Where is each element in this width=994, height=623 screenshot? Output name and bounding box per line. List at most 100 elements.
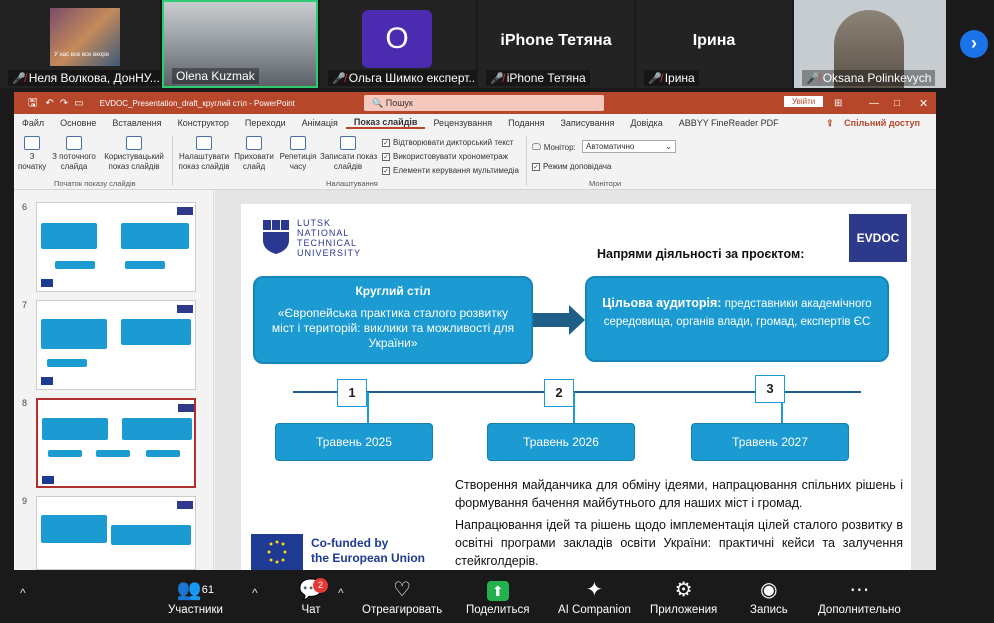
ribbon-tabs: Файл Основне Вставлення Конструктор Пере… (14, 114, 936, 132)
custom-show-icon (126, 136, 142, 150)
participant-tile[interactable]: Ірина 🎤̸ Ірина (636, 0, 792, 88)
ribbon-options-icon[interactable]: ⊞ (834, 98, 842, 109)
close-icon[interactable]: ✕ (919, 97, 928, 110)
round-table-bubble: Круглий стіл «Європейська практика стало… (253, 276, 533, 364)
signin-button[interactable]: Увійти (784, 96, 824, 107)
record-icon: ◉ (760, 579, 778, 601)
tab-home[interactable]: Основне (52, 118, 104, 128)
participant-tile[interactable]: O 🎤̸ Ольга Шимко експерт... (320, 0, 476, 88)
minimize-icon[interactable]: — (869, 98, 879, 109)
monitor-icon: 🖵 (532, 142, 541, 152)
from-current-button[interactable]: З поточного слайда (48, 136, 100, 172)
avatar: O (362, 10, 432, 68)
more-icon: ⋯ (849, 579, 870, 601)
from-start-button[interactable]: З початку (18, 136, 46, 172)
save-icon[interactable]: 🖫 (28, 94, 37, 113)
tab-view[interactable]: Подання (500, 118, 552, 128)
slideshow-start-icon (24, 136, 40, 150)
share-screen-button[interactable]: ⬆ Поделиться (466, 578, 530, 616)
setup-icon (196, 136, 212, 150)
video-caption: У нас все все вкоре (54, 52, 109, 58)
slide-canvas[interactable]: LUTSK NATIONAL TECHNICAL UNIVERSITY EVDOC Н… (241, 204, 911, 570)
mic-muted-icon: 🎤̸ (648, 72, 662, 85)
present-icon[interactable]: ▭ (74, 98, 83, 109)
next-page-button[interactable]: › (960, 30, 988, 58)
tab-slideshow[interactable]: Показ слайдів (345, 117, 426, 129)
evdoc-logo: EVDOC (849, 214, 907, 262)
meeting-toolbar: ^ 👥61 Участники ^ 💬 Чат 2 ^ ♡ Отреагировать … (0, 572, 994, 623)
heart-icon: ♡ (393, 579, 412, 601)
redo-icon[interactable]: ↷ (60, 98, 68, 109)
ribbon: З початку З поточного слайда Користуваць… (14, 132, 936, 190)
hide-slide-button[interactable]: Приховати слайд (234, 136, 274, 172)
tab-file[interactable]: Файл (14, 118, 52, 128)
undo-icon[interactable]: ↶ (45, 98, 53, 109)
round-table-text: «Європейська практика сталого розвитку м… (271, 306, 515, 350)
share-screen-icon: ⬆ (486, 581, 509, 601)
timer-icon (290, 136, 306, 150)
participant-display-name: iPhone Тетяна (500, 32, 612, 49)
ai-companion-button[interactable]: ✦ AI Companion (558, 578, 631, 616)
participants-button[interactable]: 👥61 Участники (168, 578, 223, 616)
slide-number: 8 (22, 398, 28, 408)
slide-editor: LUTSK NATIONAL TECHNICAL UNIVERSITY EVDOC Н… (215, 190, 936, 570)
chevron-up-icon[interactable]: ^ (252, 586, 258, 600)
hide-slide-icon (246, 136, 262, 150)
slide-number: 7 (22, 300, 28, 310)
chevron-up-icon[interactable]: ^ (20, 586, 26, 600)
custom-show-button[interactable]: Користувацький показ слайдів (102, 136, 166, 172)
tab-animations[interactable]: Анімація (294, 118, 346, 128)
participant-tile[interactable]: У нас все все вкоре 🎤̸ Неля Волкова, ДонН… (0, 0, 160, 88)
participants-icon: 👥 (176, 579, 202, 601)
participant-video: У нас все все вкоре (50, 8, 120, 66)
participant-tile-active[interactable]: Olena Kuzmak (162, 0, 318, 88)
presenter-view-checkbox[interactable]: ✓ Режим доповідача (532, 162, 611, 171)
more-button[interactable]: ⋯ Дополнительно (818, 578, 901, 616)
slide-thumbnail[interactable] (36, 202, 196, 292)
powerpoint-window: 🖫 ↶ ↷ ▭ EVDOC_Presentation_draft_круглий… (14, 92, 936, 570)
timeline-number: 1 (337, 379, 367, 407)
timeline-date: Травень 2027 (691, 423, 849, 461)
record-show-button[interactable]: Записати показ слайдів (320, 136, 377, 172)
slide-thumbnail-selected[interactable] (36, 398, 196, 488)
tab-transitions[interactable]: Переходи (237, 118, 294, 128)
window-title: EVDOC_Presentation_draft_круглий стіл - … (99, 98, 295, 108)
chat-badge: 2 (313, 578, 328, 593)
media-controls-checkbox[interactable]: ✓ Елементи керування мультимедіа (382, 166, 519, 175)
tab-recording[interactable]: Записування (552, 118, 622, 128)
record-button[interactable]: ◉ Запись (750, 578, 788, 616)
share-button[interactable]: ⇪ Спільний доступ (818, 118, 936, 129)
slide-thumbnail[interactable] (36, 496, 196, 570)
round-table-title: Круглий стіл (355, 284, 431, 298)
slide-thumbnail[interactable] (36, 300, 196, 390)
tab-review[interactable]: Рецензування (425, 118, 500, 128)
use-timings-checkbox[interactable]: ✓ Використовувати хронометраж (382, 152, 508, 161)
tab-design[interactable]: Конструктор (170, 118, 237, 128)
participant-name: 🎤̸ Ірина (644, 70, 699, 86)
tab-abbyy[interactable]: ABBYY FineReader PDF (671, 118, 787, 128)
participant-tile[interactable]: 🎤̸ Oksana Polinkevych (794, 0, 946, 88)
arrow-right-icon (569, 305, 585, 335)
slide-number: 6 (22, 202, 28, 212)
participant-name: 🎤̸ iPhone Тетяна (486, 70, 590, 86)
title-bar: 🖫 ↶ ↷ ▭ EVDOC_Presentation_draft_круглий… (14, 92, 936, 114)
chevron-up-icon[interactable]: ^ (338, 586, 344, 600)
tab-help[interactable]: Довідка (622, 118, 670, 128)
apps-button[interactable]: ⚙ Приложения (650, 578, 717, 616)
setup-show-button[interactable]: Налаштувати показ слайдів (176, 136, 232, 172)
search-input[interactable]: 🔍 Пошук (364, 95, 604, 111)
maximize-icon[interactable]: □ (894, 98, 900, 109)
sparkle-icon: ✦ (586, 579, 603, 601)
rehearse-button[interactable]: Репетиція часу (278, 136, 318, 172)
tab-insert[interactable]: Вставлення (104, 118, 169, 128)
play-narrations-checkbox[interactable]: ✓ Відтворювати дикторський текст (382, 138, 514, 147)
slide-paragraph-2: Напрацювання ідей та рішень щодо імплеме… (455, 518, 903, 568)
mic-muted-icon: 🎤̸ (490, 72, 504, 85)
arrow-shaft (533, 313, 569, 327)
react-button[interactable]: ♡ Отреагировать (362, 578, 442, 616)
participant-name: 🎤̸ Неля Волкова, ДонНУ... (8, 70, 160, 86)
chat-button[interactable]: 💬 Чат 2 (296, 578, 328, 616)
slide-thumbnail-panel: 6 7 8 9 (14, 190, 214, 570)
participant-tile[interactable]: iPhone Тетяна 🎤̸ iPhone Тетяна (478, 0, 634, 88)
monitor-select[interactable]: Автоматично ⌄ (582, 140, 676, 153)
